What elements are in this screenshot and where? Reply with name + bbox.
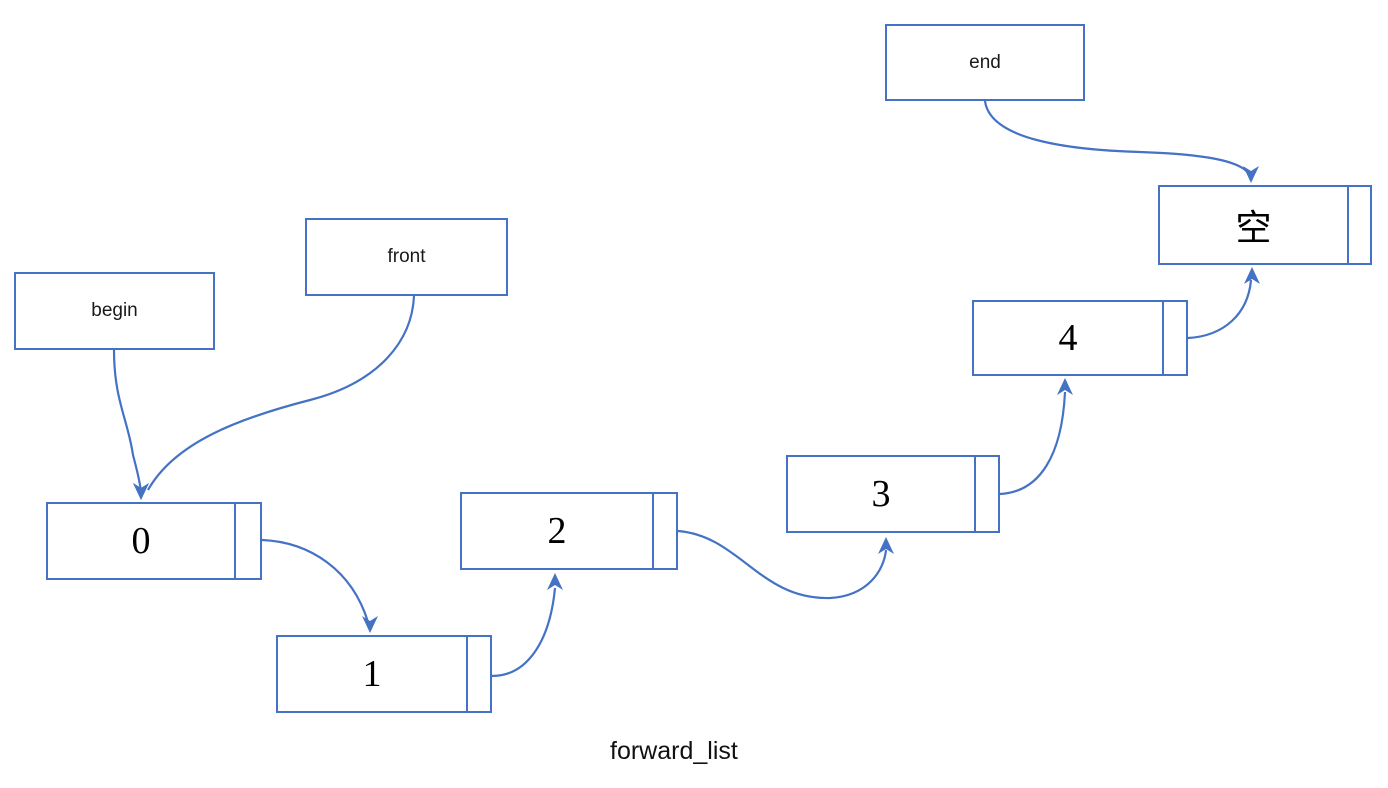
list-node-pointer-cell-divider — [1347, 187, 1349, 263]
list-node-node1[interactable]: 1 — [276, 635, 492, 713]
edge-node0-to-node1-arrowhead-icon — [362, 616, 378, 633]
pointer-label-text: end — [969, 51, 1001, 73]
list-node-node2[interactable]: 2 — [460, 492, 678, 570]
list-node-pointer-cell-divider — [234, 504, 236, 578]
list-node-value: 2 — [547, 510, 567, 552]
list-node-node3[interactable]: 3 — [786, 455, 1000, 533]
list-node-value: 0 — [131, 520, 151, 562]
edge-layer — [112, 100, 1260, 678]
pointer-label-front[interactable]: front — [305, 218, 508, 296]
list-node-value: 1 — [362, 653, 382, 695]
list-node-node0[interactable]: 0 — [46, 502, 262, 580]
list-node-value: 4 — [1058, 317, 1078, 359]
edge-node3-to-node4 — [999, 391, 1067, 496]
edge-node2-to-node3 — [677, 529, 888, 600]
diagram-caption: forward_list — [610, 737, 738, 765]
list-node-pointer-cell-divider — [1162, 302, 1164, 374]
edge-begin-to-node0 — [112, 349, 143, 493]
edge-node1-to-node2-arrowhead-icon — [547, 573, 563, 590]
edge-node4-to-nodenull-arrowhead-icon — [1244, 267, 1260, 284]
list-node-nodeNull[interactable]: 空 — [1158, 185, 1372, 265]
list-node-pointer-cell-divider — [974, 457, 976, 531]
list-node-pointer-cell-divider — [652, 494, 654, 568]
edge-node3-to-node4-arrowhead-icon — [1057, 378, 1073, 395]
edge-node2-to-node3-arrowhead-icon — [878, 537, 894, 554]
edge-end-to-nodenull-arrowhead-icon — [1243, 166, 1259, 183]
list-node-value: 空 — [1235, 208, 1272, 249]
edge-begin-to-node0-arrowhead-icon — [133, 483, 149, 500]
edge-node0-to-node1 — [261, 538, 370, 623]
pointer-label-text: front — [387, 246, 426, 267]
edge-node1-to-node2 — [491, 587, 557, 678]
edge-node4-to-nodenull — [1187, 279, 1253, 340]
diagram-canvas: begin front end 0 1 2 3 4 空 forward_list — [0, 0, 1388, 788]
edge-front-to-node0-arrowhead-icon — [133, 483, 149, 500]
pointer-label-end[interactable]: end — [885, 24, 1085, 101]
pointer-label-text: begin — [91, 300, 138, 321]
list-node-pointer-cell-divider — [466, 637, 468, 711]
list-node-node4[interactable]: 4 — [972, 300, 1188, 376]
list-node-value: 3 — [871, 473, 891, 515]
edge-end-to-nodenull — [983, 100, 1250, 175]
pointer-label-begin[interactable]: begin — [14, 272, 215, 350]
